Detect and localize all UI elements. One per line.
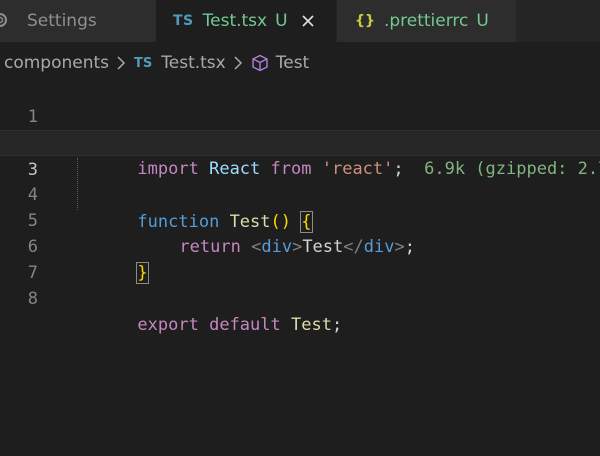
- tab-prettierrc[interactable]: {} .prettierrc U: [336, 0, 516, 42]
- chevron-right-icon: [117, 56, 126, 70]
- breadcrumb-file-label: Test.tsx: [161, 53, 226, 73]
- breadcrumb-folder[interactable]: components: [4, 53, 109, 73]
- code-line-8[interactable]: 8: [0, 260, 600, 309]
- semicolon: ;: [331, 315, 343, 335]
- close-icon[interactable]: [301, 14, 315, 28]
- code-line-2[interactable]: 2: [0, 104, 600, 153]
- json-file-icon: {}: [355, 13, 375, 29]
- breadcrumb-symbol[interactable]: Test: [251, 53, 309, 73]
- untracked-badge: U: [275, 11, 288, 31]
- keyword-default: default: [209, 315, 281, 335]
- typescript-file-icon: TS: [134, 55, 153, 71]
- symbol-method-cube-icon: [252, 54, 268, 72]
- chevron-right-icon: [234, 56, 242, 70]
- line-number: 8: [27, 289, 38, 309]
- tab-test-tsx[interactable]: TS Test.tsx U: [156, 0, 336, 42]
- gear-icon: [0, 13, 7, 27]
- breadcrumb-symbol-label: Test: [275, 53, 310, 73]
- code-line-3[interactable]: 3 function Test() {: [0, 130, 600, 233]
- export-identifier: Test: [291, 315, 332, 335]
- tab-settings[interactable]: Settings: [0, 0, 156, 42]
- code-editor[interactable]: 1 import React from 'react'; 6.9k (gzipp…: [0, 78, 600, 456]
- code-line-7[interactable]: 7 export default Test;: [0, 234, 600, 335]
- tab-bar: Settings TS Test.tsx U {} .prettierrc U: [0, 0, 600, 42]
- code-line-5[interactable]: 5 }: [0, 182, 600, 284]
- breadcrumb-file[interactable]: TS Test.tsx: [134, 53, 226, 73]
- tab-prettierrc-label: .prettierrc: [383, 11, 469, 31]
- code-line-6[interactable]: 6: [0, 208, 600, 257]
- tab-test-tsx-label: Test.tsx: [202, 11, 268, 31]
- code-line-1[interactable]: 1 import React from 'react'; 6.9k (gzipp…: [0, 78, 600, 179]
- typescript-file-icon: TS: [173, 13, 194, 29]
- tab-settings-label: Settings: [27, 11, 97, 31]
- keyword-export: export: [137, 315, 199, 335]
- untracked-badge: U: [476, 11, 489, 31]
- code-line-4[interactable]: 4 return <div>Test</div>;: [0, 156, 600, 257]
